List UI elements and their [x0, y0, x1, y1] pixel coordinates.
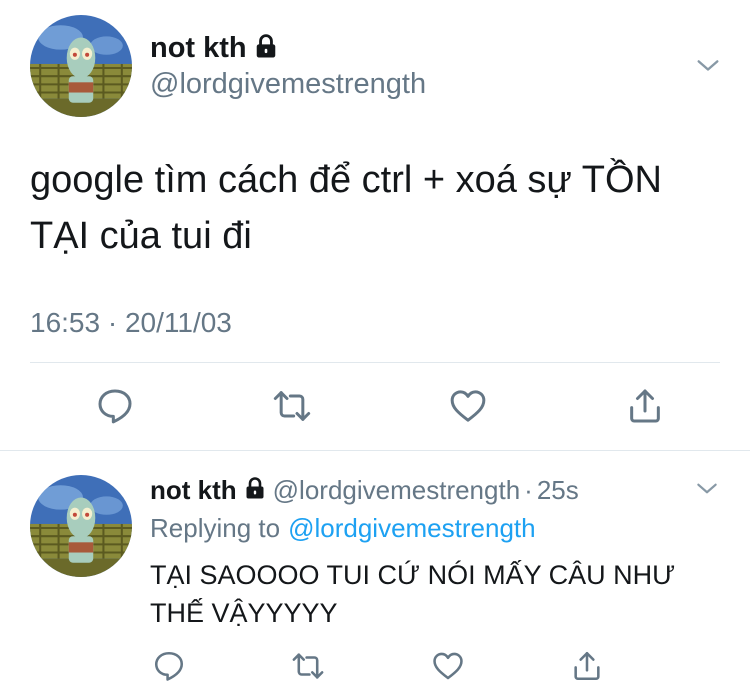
chevron-down-icon[interactable]: [694, 476, 720, 507]
author-name-row: not kth: [150, 30, 277, 66]
heart-icon[interactable]: [448, 384, 488, 428]
author-handle[interactable]: @lordgivemestrength: [273, 475, 521, 506]
tweet-text-line: THẾ VẬYYYYY: [150, 598, 338, 628]
author-handle[interactable]: @lordgivemestrength: [150, 68, 426, 101]
share-icon[interactable]: [570, 646, 604, 686]
divider: [30, 362, 720, 363]
avatar[interactable]: [30, 475, 132, 577]
separator-dot: ·: [524, 474, 533, 505]
replying-to-label: Replying to: [150, 513, 281, 543]
replying-to-handle[interactable]: @lordgivemestrength: [288, 513, 536, 544]
divider: [0, 450, 750, 451]
retweet-icon[interactable]: [272, 384, 312, 428]
share-icon[interactable]: [625, 384, 665, 428]
chevron-down-icon[interactable]: [694, 52, 722, 85]
lock-icon: [245, 475, 265, 506]
heart-icon[interactable]: [431, 646, 465, 686]
action-bar: [152, 646, 604, 686]
tweet-timestamp[interactable]: 16:53 · 20/11/03: [30, 307, 232, 339]
tweet-text: TẠI SAOOOO TUI CỨ NÓI MẤY CÂU NHƯ THẾ VẬ…: [150, 556, 675, 632]
reply-icon[interactable]: [95, 384, 135, 428]
display-name[interactable]: not kth: [150, 32, 247, 65]
lock-icon: [255, 34, 277, 63]
tweet-text-line: google tìm cách để ctrl + xoá sự TỒN: [30, 159, 662, 201]
avatar[interactable]: [30, 15, 132, 117]
display-name[interactable]: not kth: [150, 475, 237, 506]
reply-icon[interactable]: [152, 646, 186, 686]
replying-to: Replying to @lordgivemestrength: [150, 513, 536, 544]
tweet-text: google tìm cách để ctrl + xoá sự TỒN TẠI…: [30, 152, 662, 264]
tweet-text-line: TẠI của tui đi: [30, 215, 252, 257]
author-name-row: not kth @lordgivemestrength · 25s: [150, 472, 579, 508]
tweet-age[interactable]: 25s: [537, 475, 579, 506]
action-bar: [95, 384, 665, 428]
retweet-icon[interactable]: [291, 646, 325, 686]
tweet-text-line: TẠI SAOOOO TUI CỨ NÓI MẤY CÂU NHƯ: [150, 560, 676, 590]
